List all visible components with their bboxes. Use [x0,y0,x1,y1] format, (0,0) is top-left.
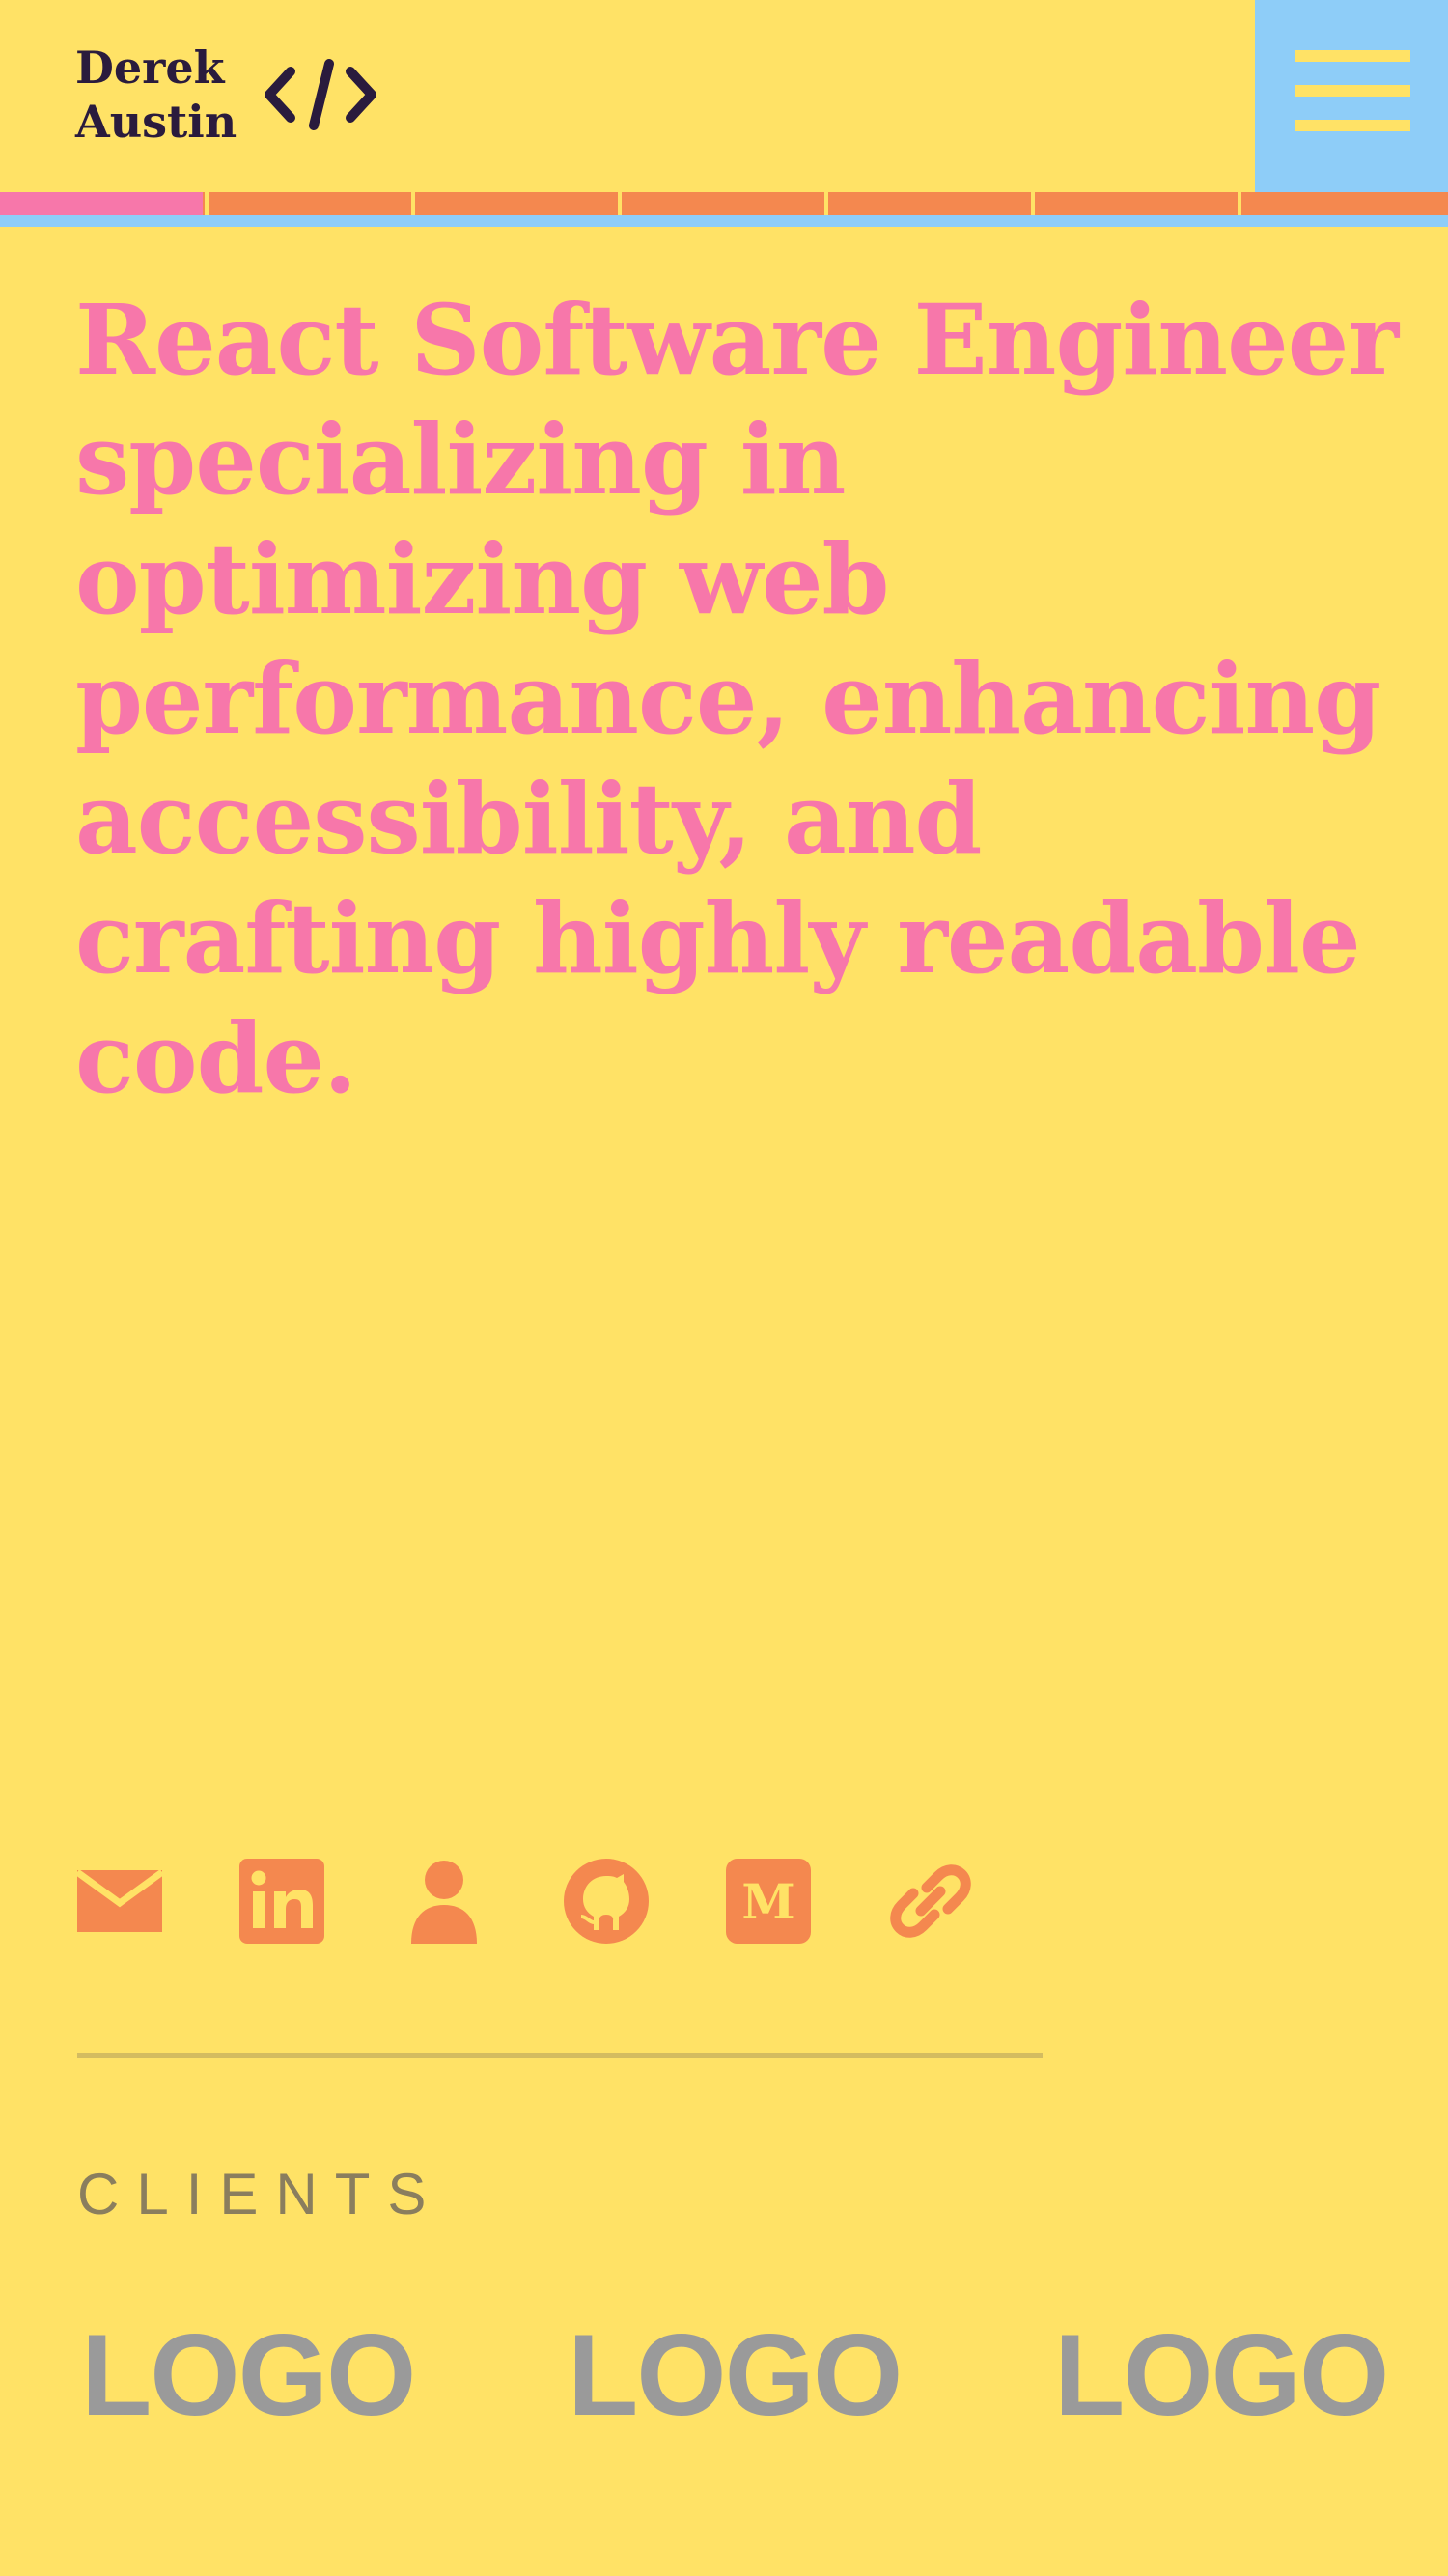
menu-button[interactable] [1255,0,1448,193]
site-header: Derek Austin [0,0,1448,193]
svg-text:M: M [741,1873,794,1930]
progress-segment-separator [411,192,415,215]
progress-segment-separator [824,192,828,215]
client-logo: LOGO [81,2310,416,2440]
medium-icon: M [726,1859,811,1944]
brand-last-name: Austin [75,96,237,148]
client-logo: LOGO [568,2310,903,2440]
about-link[interactable] [402,1859,487,1944]
clients-heading: CLIENTS [77,2162,444,2226]
hero-headline: React Software Engineer specializing in … [75,283,1399,1115]
progress-segment-separator [1031,192,1035,215]
brand-name: Derek Austin [75,41,237,149]
link-icon [890,1864,971,1938]
progress-segment-separator [205,192,209,215]
github-link[interactable] [564,1859,649,1944]
client-logo: LOGO [1054,2310,1389,2440]
github-icon [564,1859,649,1944]
email-link[interactable] [77,1859,162,1944]
progress-fill [0,192,203,215]
email-icon [77,1869,162,1932]
linkedin-link[interactable] [239,1859,324,1944]
section-divider [77,2053,1043,2058]
progress-segment-separator [1238,192,1241,215]
progress-underline [0,215,1448,227]
linkedin-icon [239,1859,324,1944]
medium-link[interactable]: M [726,1859,811,1944]
code-brackets-icon [265,59,377,130]
progress-segment-separator [618,192,622,215]
brand-home-link[interactable]: Derek Austin [75,41,379,149]
social-links: M [77,1859,1050,1944]
website-link[interactable] [888,1859,973,1944]
progress-track [0,192,1448,215]
brand-first-name: Derek [75,42,225,94]
person-icon [411,1861,477,1944]
reading-progress-bar [0,192,1448,227]
